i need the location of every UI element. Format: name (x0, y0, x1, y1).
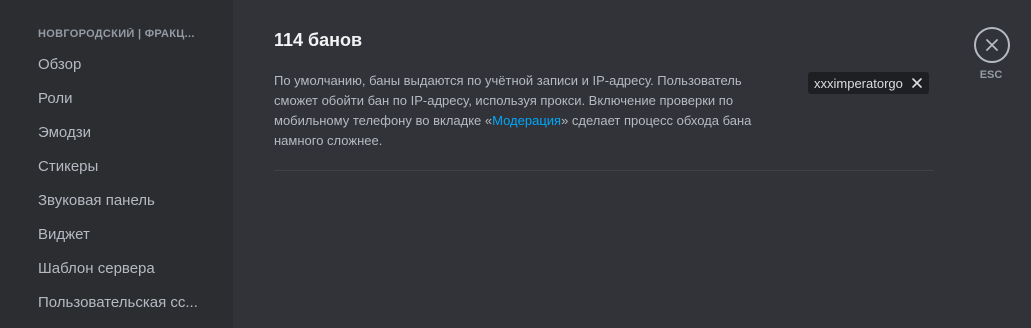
sidebar: НОВГОРОДСКИЙ | ФРАКЦ... Обзор Роли Эмодз… (0, 0, 233, 328)
sidebar-item-custom-link[interactable]: Пользовательская сс... (28, 288, 224, 322)
close-circle-icon (985, 38, 999, 52)
sidebar-item-soundboard[interactable]: Звуковая панель (28, 186, 224, 220)
close-control: ESC (974, 27, 1010, 81)
sidebar-nav: Обзор Роли Эмодзи Стикеры Звуковая панел… (28, 50, 224, 322)
sidebar-item-emoji[interactable]: Эмодзи (28, 118, 224, 152)
bans-panel: 114 банов По умолчанию, баны выдаются по… (274, 0, 934, 328)
search-filter-tag: xxximperatorgo (808, 72, 929, 94)
sidebar-item-overview[interactable]: Обзор (28, 50, 224, 84)
x-icon[interactable] (911, 77, 923, 89)
sidebar-item-stickers[interactable]: Стикеры (28, 152, 224, 186)
divider (274, 170, 934, 171)
server-name-header: НОВГОРОДСКИЙ | ФРАКЦ... (38, 28, 195, 40)
search-tag-label: xxximperatorgo (814, 75, 903, 91)
page-title: 114 банов (274, 30, 363, 50)
sidebar-item-server-template[interactable]: Шаблон сервера (28, 254, 224, 288)
moderation-link[interactable]: Модерация (492, 113, 561, 128)
sidebar-item-roles[interactable]: Роли (28, 84, 224, 118)
sidebar-item-widget[interactable]: Виджет (28, 220, 224, 254)
bans-description: По умолчанию, баны выдаются по учётной з… (274, 71, 774, 151)
close-button[interactable] (974, 27, 1010, 63)
esc-label: ESC (979, 69, 1003, 81)
